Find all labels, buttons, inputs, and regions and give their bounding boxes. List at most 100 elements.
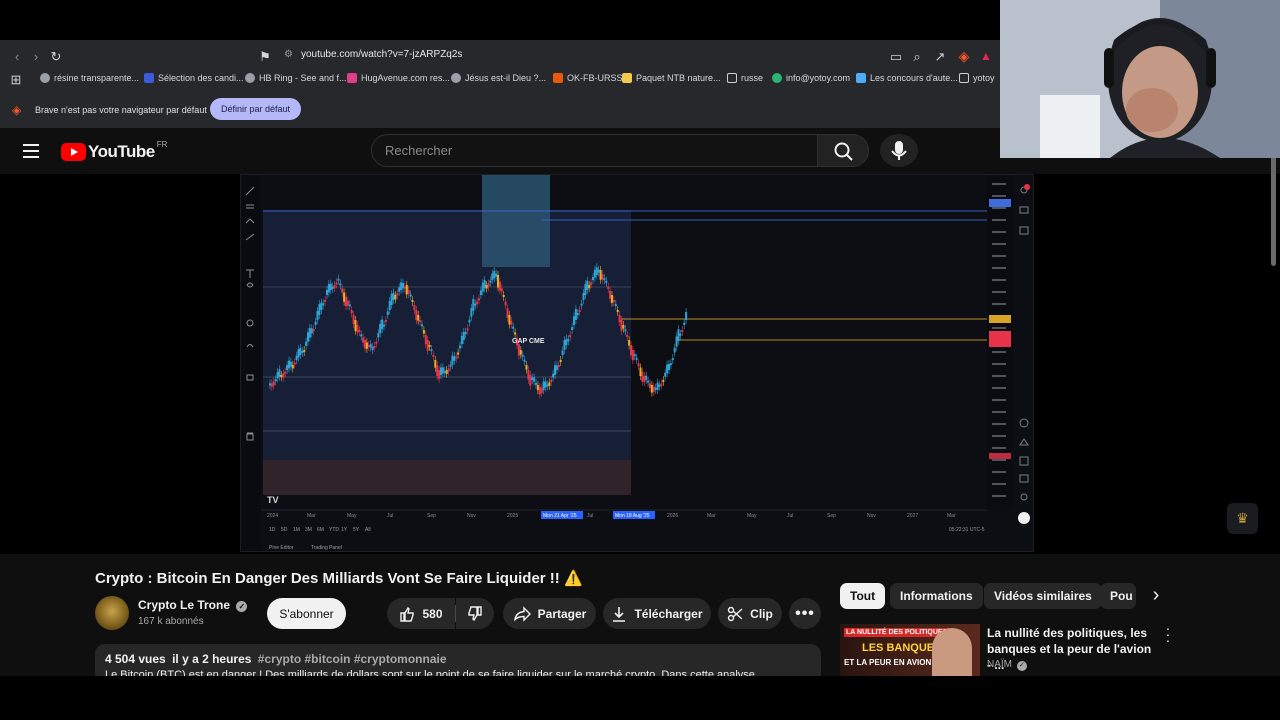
candle-body <box>574 309 577 320</box>
candle-body <box>559 360 562 362</box>
search-input[interactable]: Rechercher <box>371 134 818 167</box>
brave-rewards-icon[interactable]: ▲ <box>979 49 993 63</box>
clip-button[interactable]: Clip <box>718 598 782 629</box>
candle-body <box>284 371 287 374</box>
share-icon[interactable]: ↗ <box>933 50 947 64</box>
candle-body <box>654 387 657 390</box>
zoom-icon[interactable]: ⌕ <box>910 50 924 64</box>
notification-dot-icon <box>1024 184 1030 190</box>
candle-body <box>504 301 507 306</box>
screenshot-icon[interactable]: ▭ <box>889 50 903 64</box>
candle-body <box>633 354 636 357</box>
candle-body <box>346 300 349 306</box>
like-button[interactable]: 580 <box>387 598 455 629</box>
channel-name[interactable]: Crypto Le Trone ✓ <box>138 598 248 612</box>
search-icon <box>834 142 853 161</box>
channel-watermark-icon[interactable]: ♛ <box>1227 503 1258 534</box>
play-logo-icon <box>61 143 86 161</box>
thumbs-down-icon <box>468 605 482 621</box>
bookmark-item[interactable]: HB Ring - See and f... <box>245 73 347 83</box>
candle-body <box>280 375 283 378</box>
site-info-icon[interactable]: ⚙ <box>284 49 293 60</box>
search-button[interactable] <box>817 134 869 167</box>
candle-body <box>493 271 496 279</box>
chip-related-videos[interactable]: Vidéos similaires <box>984 583 1102 609</box>
bookmark-item[interactable]: résine transparente... <box>40 73 139 83</box>
bookmark-favicon-icon <box>347 73 357 83</box>
candle-body <box>611 295 613 303</box>
subscribe-button[interactable]: S'abonner <box>267 598 346 629</box>
chip-more[interactable]: Pou <box>1100 583 1136 609</box>
letterbox-bottom <box>0 676 1280 720</box>
chip-all[interactable]: Tout <box>840 583 886 609</box>
candle-body <box>443 371 446 374</box>
url-field[interactable]: ⚙ youtube.com/watch?v=7-jzARPZq2s <box>284 49 462 60</box>
reload-icon[interactable]: ↻ <box>49 50 63 64</box>
brave-shields-icon[interactable]: ◈ <box>957 49 971 63</box>
demand-zone <box>263 460 631 495</box>
candle-body <box>400 282 403 290</box>
bookmark-item[interactable]: OK-FB-URSS <box>553 73 623 83</box>
bookmark-item[interactable]: Jésus est-il Dieu ?... <box>451 73 546 83</box>
candle-body <box>597 269 600 273</box>
description-meta: 4 504 vues il y a 2 heures #crypto #bitc… <box>105 652 447 666</box>
candle-body <box>630 345 632 356</box>
bookmark-icon[interactable]: ⚑ <box>258 50 272 64</box>
bookmark-item[interactable]: Paquet NTB nature... <box>622 73 721 83</box>
candle-body <box>339 283 342 286</box>
candle-body <box>432 355 435 357</box>
candle-body <box>502 295 505 297</box>
share-button[interactable]: Partager <box>503 598 596 629</box>
recommendation-thumbnail[interactable]: LA NULLITÉ DES POLITIQUES LES BANQUES ET… <box>840 624 980 680</box>
download-button[interactable]: Télécharger <box>603 598 711 629</box>
candle-body <box>288 360 290 369</box>
chip-information[interactable]: Informations <box>890 583 983 609</box>
bookmark-item[interactable]: Sélection des candi... <box>144 73 244 83</box>
candle-body <box>441 367 444 374</box>
video-frame-tradingview-chart: GAP CME TV 2024 Mar May Jul Sep Nov 2025 Mar Jul… <box>240 174 1034 552</box>
candle-body <box>316 311 319 320</box>
axis-tick-mark <box>992 231 1006 233</box>
candle-body <box>542 381 545 390</box>
date-tick-label: 2025 <box>507 513 518 519</box>
date-tick-label: Sep <box>427 513 436 519</box>
date-tick-label: Sep <box>827 513 836 519</box>
menu-icon[interactable] <box>23 144 39 158</box>
candle-body <box>303 350 306 352</box>
channel-avatar[interactable] <box>95 596 129 630</box>
date-tick-label: Jul <box>787 513 793 519</box>
axis-tick-mark <box>992 291 1006 293</box>
recommendation-menu-icon[interactable]: · · · <box>1164 621 1172 647</box>
back-icon[interactable]: ‹ <box>10 50 24 64</box>
price-tag-blue <box>989 199 1011 207</box>
candle-body <box>402 282 404 289</box>
candle-body <box>343 292 346 302</box>
forward-icon[interactable]: › <box>29 50 43 64</box>
candle-body <box>436 365 439 376</box>
recommendation-channel[interactable]: NAÏM ✓ <box>987 659 1027 671</box>
bookmark-item[interactable]: HugAvenue.com res... <box>347 73 450 83</box>
candle-body <box>308 327 311 338</box>
candle-body <box>652 386 655 392</box>
axis-tick-mark <box>992 483 1006 485</box>
axis-tick-mark <box>992 387 1006 389</box>
voice-search-button[interactable] <box>880 134 918 167</box>
candle-body <box>459 345 461 349</box>
youtube-logo[interactable]: YouTube FR <box>61 140 167 162</box>
bookmark-item[interactable]: russe <box>727 73 763 83</box>
bookmark-item[interactable]: Les concours d'aute... <box>856 73 958 83</box>
set-default-button[interactable]: Définir par défaut <box>210 98 302 120</box>
candle-body <box>519 350 522 355</box>
dislike-button[interactable] <box>456 598 494 629</box>
bookmark-item[interactable]: yotoy <box>959 73 995 83</box>
candle-body <box>318 304 321 315</box>
bookmark-item[interactable]: info@yotoy.com <box>772 73 850 83</box>
page-scrollbar[interactable] <box>1271 156 1276 266</box>
candle-body <box>367 345 370 347</box>
chevron-right-icon[interactable]: › <box>1146 583 1166 609</box>
candle-body <box>396 293 399 296</box>
candle-body <box>650 385 653 393</box>
more-actions-icon[interactable]: ••• <box>789 598 821 629</box>
apps-grid-icon[interactable]: ⊞ <box>9 73 23 87</box>
candle-body <box>289 361 292 367</box>
